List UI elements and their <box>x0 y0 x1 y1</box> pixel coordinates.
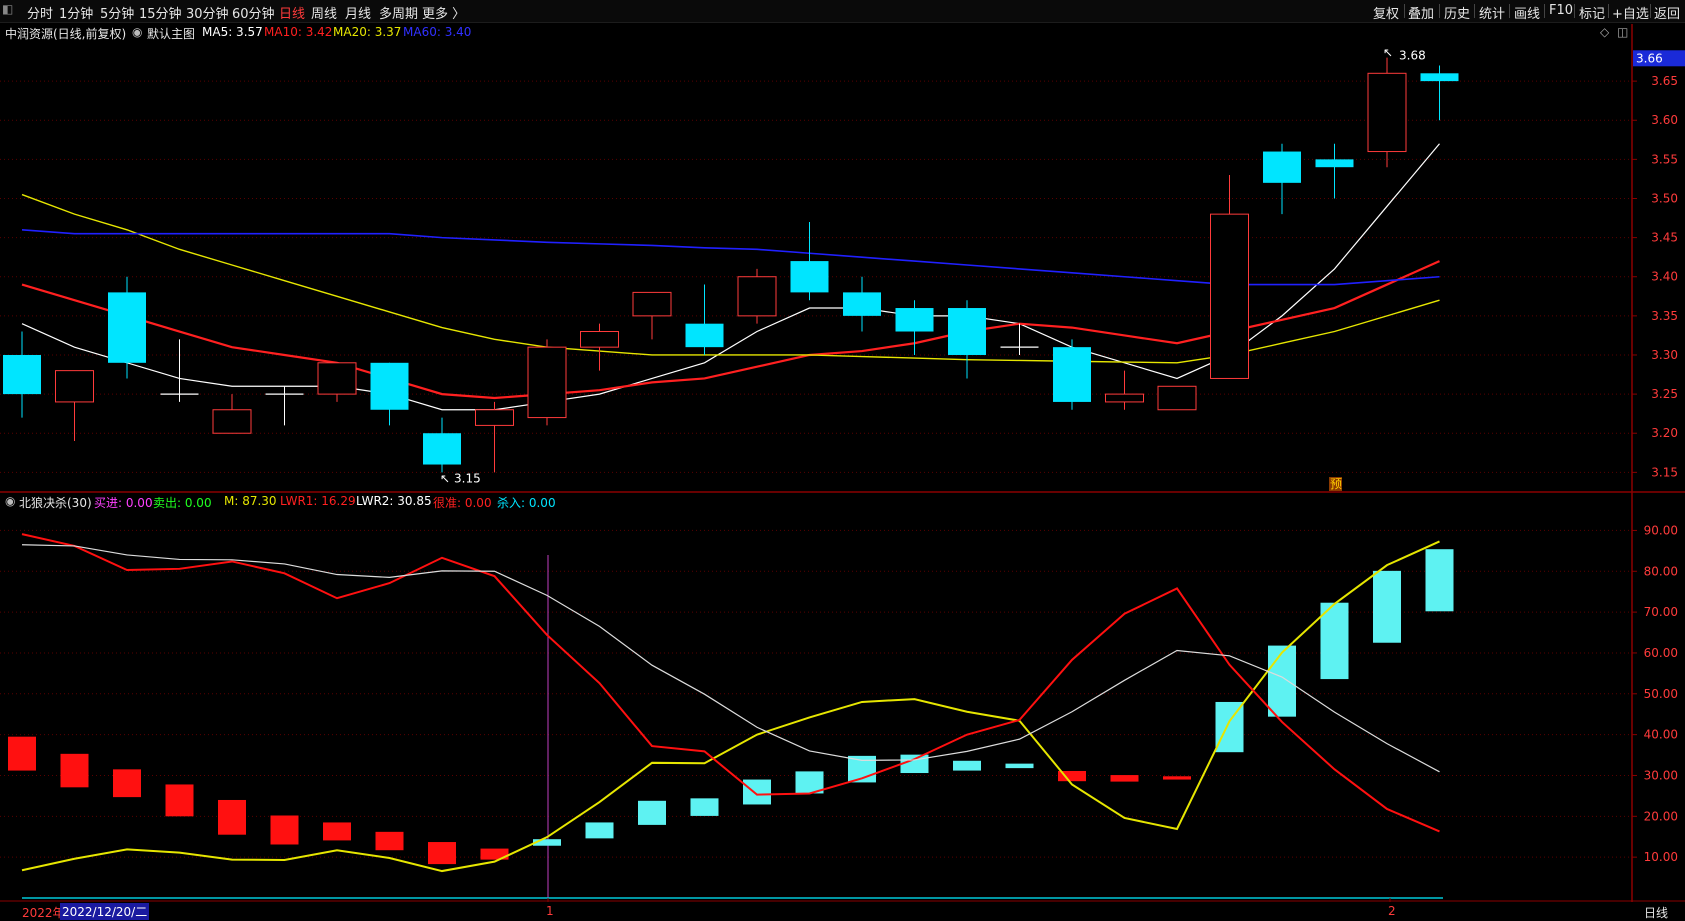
indicator-bar-red <box>218 799 246 835</box>
candle-body-down <box>790 261 829 293</box>
indicator-line-lwr1 <box>21 533 1440 833</box>
candle-body-up <box>527 346 567 419</box>
low-annotation: 3.15 <box>454 471 481 485</box>
price-tick-label: 3.35 <box>1651 309 1678 323</box>
price-tick-label: 3.15 <box>1651 465 1678 479</box>
price-tick-label: 3.65 <box>1651 74 1678 88</box>
candle-body-up <box>580 331 619 348</box>
candle-body-down <box>423 433 461 465</box>
candle-body-down <box>685 323 724 348</box>
price-tick-label: 3.20 <box>1651 426 1678 440</box>
price-tick-label: 3.30 <box>1651 348 1678 362</box>
indicator-tick-label: 80.00 <box>1644 564 1678 578</box>
low-arrow-icon: ↖ <box>440 471 450 485</box>
price-tick-label: 3.25 <box>1651 387 1678 401</box>
year-label: 2022年 <box>22 906 65 920</box>
candle-body-up <box>632 291 672 317</box>
month-mark-2: 2 <box>1388 904 1396 918</box>
indicator-bar-cyan <box>1268 645 1296 717</box>
candle-body-down <box>370 362 409 410</box>
candle-body-down <box>1263 151 1301 183</box>
candle-body-down <box>895 308 934 332</box>
candle-body-up <box>1210 213 1249 379</box>
candle-body-down <box>108 292 146 363</box>
price-tick-label: 3.55 <box>1651 152 1678 166</box>
indicator-tick-label: 30.00 <box>1644 768 1678 782</box>
indicator-bar-cyan <box>1373 570 1401 643</box>
period-button[interactable]: 日线 <box>1644 904 1668 921</box>
chart-canvas[interactable]: 3.65 3.60 3.55 3.50 3.45 3.40 3.35 3.30 3.25 3.20… <box>0 0 1685 921</box>
price-tick-label: 3.60 <box>1651 113 1678 127</box>
indicator-bar-cyan <box>1005 763 1034 769</box>
selected-date: 2022/12/20/二 <box>60 903 150 920</box>
candle-body-down <box>1315 159 1354 168</box>
date-axis-bar: 2022年 2022/12/20/二 1 2 日线 <box>0 902 1685 921</box>
month-mark-1: 1 <box>546 904 554 918</box>
indicator-bar-cyan <box>743 779 771 805</box>
indicator-tick-label: 90.00 <box>1644 523 1678 537</box>
indicator-tick-label: 40.00 <box>1644 728 1678 742</box>
indicator-bar-red <box>375 831 404 851</box>
high-annotation: 3.68 <box>1399 49 1426 63</box>
high-arrow-icon: ↖ <box>1383 46 1393 60</box>
candle-body-down <box>1420 73 1459 82</box>
indicator-bar-red <box>323 822 351 841</box>
indicator-bar-red <box>428 842 456 865</box>
candle-body-down <box>3 354 41 395</box>
candle-body-up <box>475 409 514 426</box>
current-price-label: 3.66 <box>1636 51 1663 65</box>
price-tick-label: 3.50 <box>1651 191 1678 205</box>
indicator-bar-red <box>1110 775 1139 782</box>
price-tick-label: 3.40 <box>1651 270 1678 284</box>
indicator-bar-cyan <box>900 754 929 774</box>
indicator-tick-label: 50.00 <box>1644 687 1678 701</box>
candle-body-up <box>737 276 777 317</box>
candle-body-up <box>55 370 94 403</box>
candle-body-up <box>1157 385 1197 411</box>
indicator-bar-cyan <box>953 760 981 771</box>
indicator-bar-red <box>60 753 89 788</box>
indicator-bar-cyan <box>1425 549 1454 612</box>
indicator-bar-red <box>270 815 299 845</box>
forecast-label: 预 <box>1330 477 1342 491</box>
indicator-tick-label: 10.00 <box>1644 850 1678 864</box>
candle-body-up <box>317 362 357 395</box>
indicator-bar-cyan <box>690 798 719 816</box>
indicator-bar-red <box>8 736 36 771</box>
indicator-bar-cyan <box>585 822 614 839</box>
indicator-tick-label: 70.00 <box>1644 605 1678 619</box>
candle-body-down <box>843 292 881 316</box>
price-tick-label: 3.45 <box>1651 231 1678 245</box>
indicator-bar-red <box>113 769 141 798</box>
candle-body-down <box>1053 347 1091 402</box>
indicator-tick-label: 60.00 <box>1644 646 1678 660</box>
indicator-bar-red <box>1163 776 1191 780</box>
indicator-tick-label: 20.00 <box>1644 809 1678 823</box>
indicator-bar-red <box>165 784 194 817</box>
candle-body-up <box>212 409 252 434</box>
candle-body-up <box>1105 393 1144 403</box>
indicator-bar-cyan <box>638 800 666 825</box>
candle-body-down <box>948 308 986 355</box>
candle-body-up <box>1367 72 1407 153</box>
